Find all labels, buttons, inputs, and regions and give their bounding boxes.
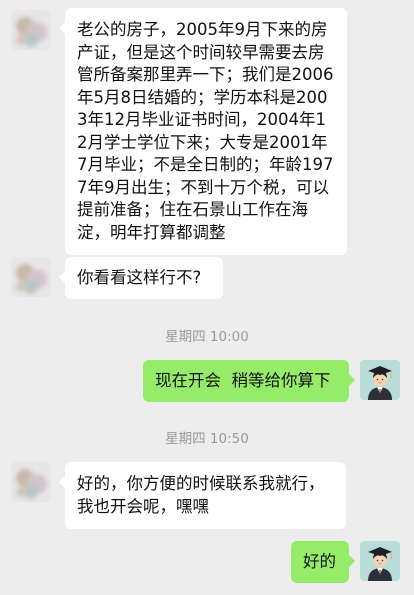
message-text: 好的，你方便的时候联系我就行，我也开会呢，嘿嘿 [77, 474, 325, 516]
message-text: 你看看这样行不? [77, 268, 202, 287]
message-timestamp: 星期四 10:00 [165, 329, 249, 345]
message-bubble-incoming[interactable]: 好的，你方便的时候联系我就行，我也开会呢，嘿嘿 [59, 462, 346, 529]
message-bubble-incoming[interactable]: 老公的房子，2005年9月下来的房产证，但是这个时间较早需要去房管所备案那里弄一… [59, 8, 347, 255]
message-text: 好的 [303, 552, 336, 571]
message-text: 现在开会 稍等给你算下 [155, 371, 331, 390]
self-avatar-icon[interactable] [360, 541, 400, 581]
message-timestamp: 星期四 10:50 [165, 431, 249, 447]
contact-avatar-icon[interactable] [11, 462, 51, 502]
chat-area[interactable]: 老公的房子，2005年9月下来的房产证，但是这个时间较早需要去房管所备案那里弄一… [0, 0, 414, 595]
contact-avatar-icon[interactable] [11, 257, 51, 297]
message-bubble-incoming[interactable]: 你看看这样行不? [59, 257, 223, 299]
message-bubble-outgoing[interactable]: 现在开会 稍等给你算下 [143, 360, 355, 402]
message-bubble-outgoing[interactable]: 好的 [291, 541, 355, 583]
contact-avatar-icon[interactable] [11, 10, 51, 50]
self-avatar-icon[interactable] [360, 360, 400, 400]
message-text: 老公的房子，2005年9月下来的房产证，但是这个时间较早需要去房管所备案那里弄一… [77, 20, 334, 242]
